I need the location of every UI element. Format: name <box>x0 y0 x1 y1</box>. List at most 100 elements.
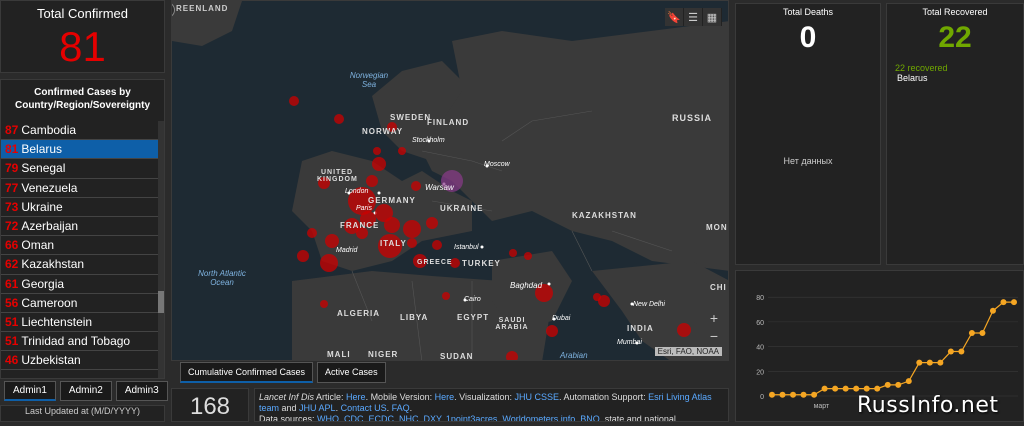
link-jhu-apl[interactable]: JHU APL <box>299 403 336 413</box>
map-label-germany: GERMANY <box>368 196 416 205</box>
link-sources[interactable]: WHO, CDC, ECDC, NHC, DXY, 1point3acres, … <box>317 414 600 421</box>
case-bubble[interactable] <box>320 254 338 272</box>
case-bubble[interactable] <box>307 228 317 238</box>
case-bubble[interactable] <box>325 234 339 248</box>
data-point[interactable] <box>947 348 954 355</box>
list-item[interactable]: 51 Liechtenstein <box>1 313 159 333</box>
list-item[interactable]: 56 Cameroon <box>1 294 159 313</box>
case-bubble[interactable] <box>289 96 299 106</box>
data-point[interactable] <box>800 391 807 398</box>
country-list-panel: Confirmed Cases by Country/Region/Sovere… <box>0 79 165 379</box>
list-item[interactable]: 51 Trinidad and Tobago <box>1 332 159 352</box>
case-bubble[interactable] <box>598 295 610 307</box>
country-count: 87 <box>5 123 19 137</box>
list-item[interactable]: 81 Belarus <box>1 140 159 160</box>
map-label-new-delhi: New Delhi <box>633 301 665 308</box>
data-point[interactable] <box>926 359 933 366</box>
map-label-norway: NORWAY <box>362 127 404 136</box>
tab-active-cases[interactable]: Active Cases <box>317 362 386 383</box>
data-point[interactable] <box>790 391 797 398</box>
list-item[interactable]: 46 Uzbekistan <box>1 351 159 371</box>
data-point[interactable] <box>832 385 839 392</box>
data-point[interactable] <box>989 307 996 314</box>
data-point[interactable] <box>979 330 986 336</box>
case-bubble[interactable] <box>398 147 406 155</box>
data-point[interactable] <box>916 359 923 366</box>
case-bubble[interactable] <box>411 181 421 191</box>
case-bubble[interactable] <box>372 157 386 171</box>
country-list-scrollbar[interactable] <box>158 121 164 378</box>
tab-admin2[interactable]: Admin2 <box>59 381 112 401</box>
case-bubble[interactable] <box>297 250 309 262</box>
tab-admin1[interactable]: Admin1 <box>4 381 56 401</box>
bookmark-icon[interactable]: 🔖 <box>665 8 684 26</box>
list-item[interactable]: 87 Cambodia <box>1 121 159 141</box>
list-item[interactable]: 72 Azerbaijan <box>1 217 159 237</box>
zoom-in-button[interactable]: + <box>706 309 722 327</box>
data-point[interactable] <box>769 391 775 398</box>
data-point[interactable] <box>1011 299 1017 306</box>
tab-admin3[interactable]: Admin3 <box>115 381 168 401</box>
case-bubble[interactable] <box>366 175 378 187</box>
data-point[interactable] <box>937 359 944 366</box>
data-point[interactable] <box>821 385 828 392</box>
country-name: Azerbaijan <box>21 218 79 233</box>
map-tabs: Cumulative Confirmed Cases Active Cases <box>180 362 386 383</box>
tab-cumulative-confirmed[interactable]: Cumulative Confirmed Cases <box>180 362 314 383</box>
admin-tabs: Admin1 Admin2 Admin3 <box>4 381 168 401</box>
case-bubble[interactable] <box>432 240 442 250</box>
case-bubble[interactable] <box>426 217 438 229</box>
map-label-russia: RUSSIA <box>672 113 713 123</box>
country-count: 51 <box>5 314 19 329</box>
list-item[interactable]: 73 Ukraine <box>1 198 159 217</box>
data-point[interactable] <box>811 391 818 398</box>
case-bubble[interactable] <box>546 325 558 337</box>
case-bubble[interactable] <box>334 114 344 124</box>
country-count: 56 <box>5 295 19 310</box>
map-label-arabian: Arabian <box>560 351 588 360</box>
map-label-mumbai: Mumbai <box>617 339 642 346</box>
data-point[interactable] <box>863 385 870 392</box>
map-label-italy: ITALY <box>380 239 407 248</box>
case-bubble[interactable] <box>403 220 421 238</box>
link-faq[interactable]: FAQ <box>392 403 410 413</box>
case-bubble[interactable] <box>677 323 691 337</box>
data-point[interactable] <box>842 385 849 392</box>
map-label-paris: Paris <box>356 205 372 212</box>
link-contact[interactable]: Contact US <box>341 403 387 413</box>
list-item[interactable]: 61 Georgia <box>1 275 159 294</box>
bottom-count: 168 <box>171 388 249 422</box>
data-point[interactable] <box>884 381 891 388</box>
data-point[interactable] <box>779 391 786 398</box>
zoom-out-button[interactable]: − <box>706 327 722 345</box>
list-item[interactable]: 77 Venezuela <box>1 179 159 198</box>
case-bubble[interactable] <box>384 217 400 233</box>
scrollbar-thumb[interactable] <box>158 291 164 313</box>
data-point[interactable] <box>905 378 912 385</box>
case-bubble[interactable] <box>320 300 328 308</box>
link-here-mobile[interactable]: Here <box>435 392 455 402</box>
map-label-uk: UNITED KINGDOM <box>317 169 358 183</box>
list-icon[interactable]: ☰ <box>684 8 703 26</box>
case-bubble[interactable] <box>407 238 417 248</box>
data-point[interactable] <box>874 385 881 392</box>
case-bubble[interactable] <box>373 147 381 155</box>
data-point[interactable] <box>968 330 975 336</box>
map-view[interactable]: ◎ REENLANDNorwegian SeaSWEDENFINLANDNORW… <box>171 0 729 361</box>
case-bubble[interactable] <box>524 252 532 260</box>
case-bubble[interactable] <box>509 249 517 257</box>
list-item[interactable]: 66 Oman <box>1 236 159 256</box>
no-data-text: Нет данных <box>783 156 833 166</box>
link-here-article[interactable]: Here <box>346 392 366 402</box>
list-item[interactable]: 62 Kazakhstan <box>1 255 159 275</box>
case-bubble[interactable] <box>442 292 450 300</box>
qr-icon[interactable]: ▦ <box>703 8 722 26</box>
data-point[interactable] <box>1000 299 1007 306</box>
data-point[interactable] <box>853 385 860 392</box>
link-jhu-csse[interactable]: JHU CSSE <box>515 392 560 402</box>
country-name: Cameroon <box>21 295 78 310</box>
list-item[interactable]: 79 Senegal <box>1 159 159 179</box>
map-toolbar: 🔖 ☰ ▦ <box>665 8 722 26</box>
data-point[interactable] <box>958 348 965 355</box>
data-point[interactable] <box>895 381 902 388</box>
